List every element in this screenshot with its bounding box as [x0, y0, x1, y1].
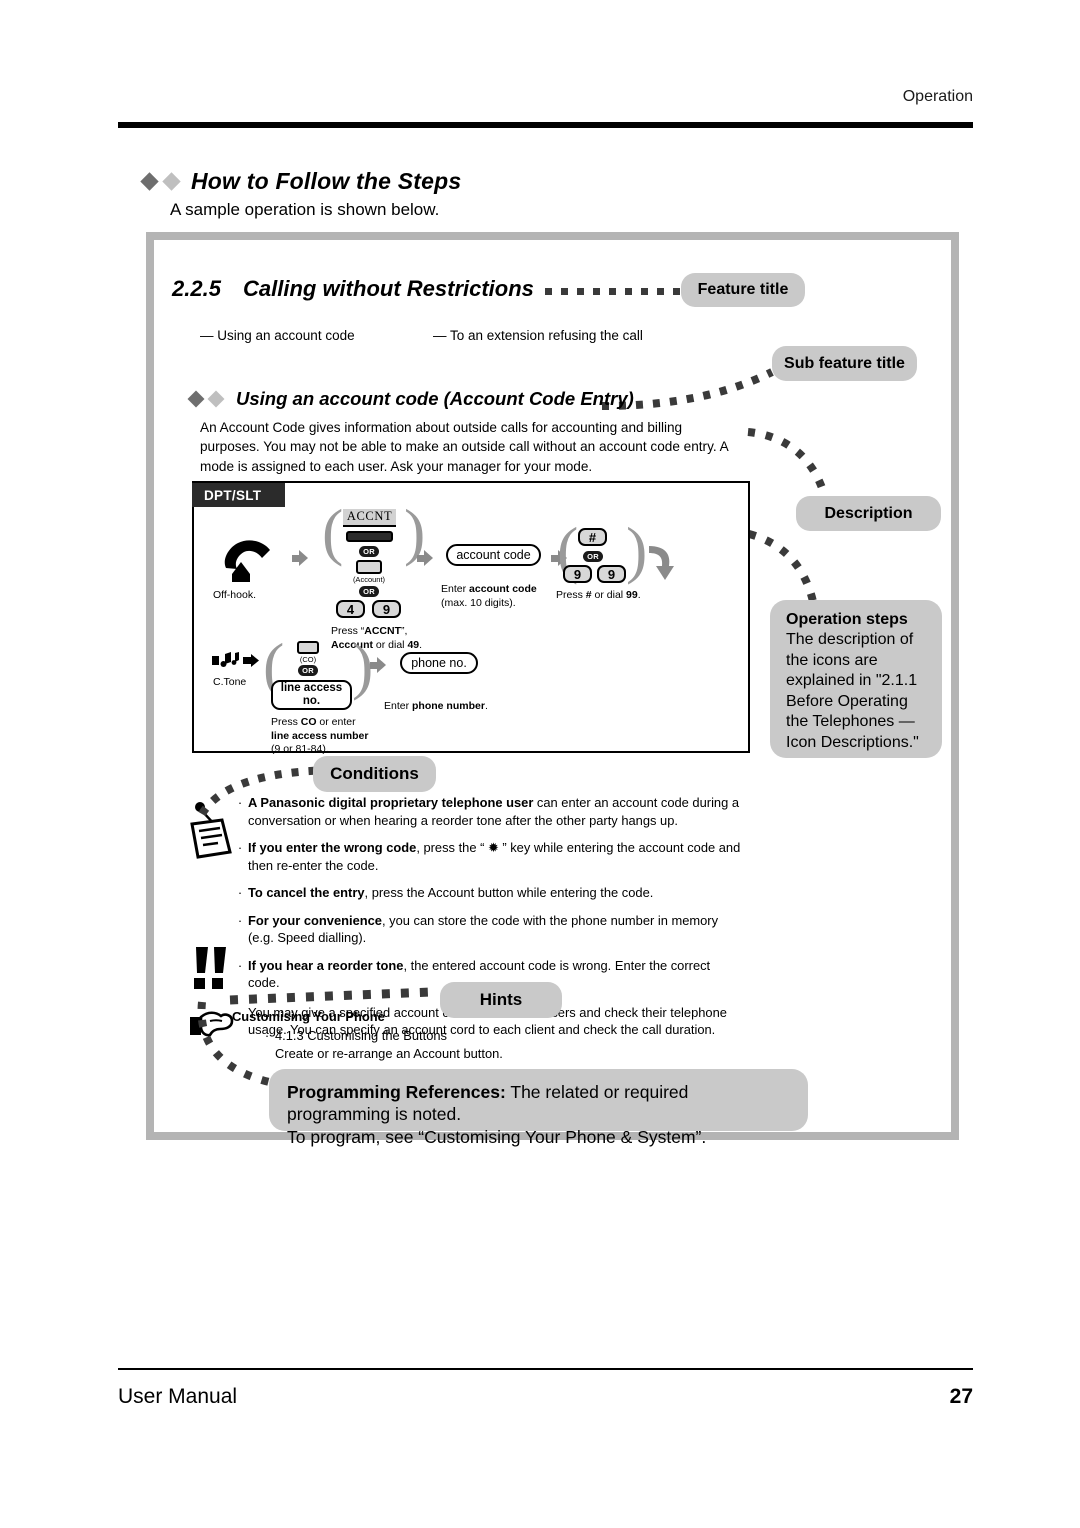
callout-description: Description — [796, 496, 941, 531]
confirmation-tone-icon — [212, 652, 259, 667]
line-access-no-box: line access no. — [271, 680, 352, 710]
flow-arrow-1 — [292, 550, 308, 566]
conditions-item-1-bold: A Panasonic digital proprietary telephon… — [248, 795, 534, 810]
feature-description: An Account Code gives information about … — [200, 420, 728, 474]
key-hash: # — [578, 528, 607, 546]
bullet: · — [237, 912, 243, 928]
key-9-c: 9 — [597, 565, 626, 583]
bullet: · — [237, 840, 243, 856]
bullet: · — [237, 795, 243, 810]
diamond-dark-icon-2 — [187, 390, 205, 408]
section-heading: How to Follow the Steps — [140, 168, 462, 195]
step3-caption: Enter account code (max. 10 digits). — [441, 583, 537, 609]
footer-page-number: 27 — [949, 1385, 973, 1408]
hints-line-1: 4.1.3 Customising the Buttons — [275, 1028, 447, 1043]
callout-operation-steps-title: Operation steps — [786, 611, 908, 628]
row2-tone-caption: C.Tone — [213, 676, 247, 688]
conditions-item-3-text: , press the Account button while enterin… — [364, 885, 654, 901]
sub-feature-heading: Using an account code (Account Code Entr… — [187, 388, 634, 410]
account-code-box: account code — [446, 544, 541, 566]
programming-references-line2: To program, see “Customising Your Phone … — [287, 1126, 707, 1147]
co-button — [297, 641, 319, 654]
sub-feature-title-text: Using an account code (Account Code Entr… — [236, 388, 634, 409]
or-badge-2: OR — [359, 586, 379, 597]
accnt-lcd-label: ACCNT — [343, 509, 396, 527]
key-4: 4 — [336, 600, 365, 618]
step2-caption-line2: Account or dial 49. — [331, 638, 423, 651]
callout-conditions: Conditions — [313, 756, 436, 792]
dash-item-2: — To an extension refusing the call — [433, 328, 643, 343]
step4-caption: Press # or dial 99. — [556, 589, 641, 601]
key-9-b: 9 — [563, 565, 592, 583]
return-arrow-icon — [649, 546, 674, 580]
or-badge-3: OR — [583, 551, 603, 562]
flow-arrow-4 — [370, 657, 386, 673]
conditions-item-5-bold: If you hear a reorder tone — [248, 957, 404, 973]
diamond-dark-icon — [140, 172, 159, 191]
account-button — [356, 560, 382, 574]
flow-arrow-2 — [417, 550, 433, 566]
header-rule — [118, 122, 973, 128]
row2-co-caption: Press CO or enter line access number (9 … — [271, 716, 369, 756]
bullet: · — [237, 885, 243, 901]
phone-type-tag: DPT/SLT — [192, 483, 285, 507]
callout-hints: Hints — [440, 982, 562, 1018]
callout-sub-feature-title: Sub feature title — [772, 346, 917, 381]
diamond-light-icon — [162, 172, 181, 191]
footer-rule — [118, 1368, 973, 1370]
hints-body: · 4.1.3 Customising the Buttons Create o… — [259, 1027, 503, 1063]
section-subtitle: A sample operation is shown below. — [170, 200, 440, 219]
step1-caption: Off-hook. — [213, 589, 256, 601]
leader-dots-feature — [545, 288, 696, 295]
group-paren-left-1: ( — [322, 496, 344, 567]
key-9-a: 9 — [372, 600, 401, 618]
running-head: Operation — [902, 88, 973, 105]
offhook-handset-icon — [224, 540, 270, 582]
conditions-item-2: · If you enter the wrong code, press the… — [232, 839, 744, 874]
programming-references-label: Programming References: — [287, 1082, 506, 1102]
conditions-item-4: · For your convenience, you can store th… — [232, 912, 744, 947]
co-button-label: (CO) — [299, 655, 317, 664]
accnt-softkey — [346, 531, 393, 542]
conditions-item-2-bold: If you enter the wrong code — [248, 840, 417, 856]
conditions-item-4-bold: For your convenience — [248, 912, 382, 928]
or-badge-1: OR — [359, 546, 379, 557]
line-access-no-label: line access no. — [280, 681, 343, 707]
dash-item-1: — Using an account code — [200, 328, 355, 343]
conditions-item-1: · A Panasonic digital proprietary teleph… — [232, 794, 744, 829]
diamond-light-icon-2 — [207, 390, 225, 408]
row2-phone-caption: Enter phone number. — [384, 700, 488, 712]
phone-no-box: phone no. — [400, 652, 478, 674]
callout-operation-steps-body: The description of the icons are explain… — [786, 631, 919, 751]
hints-line-2: Create or re-arrange an Account button. — [275, 1045, 503, 1061]
or-badge-4: OR — [298, 665, 318, 676]
page-title: How to Follow the Steps — [191, 168, 462, 194]
conditions-item-3-bold: To cancel the entry — [248, 885, 365, 901]
conditions-item-3: · To cancel the entry, press the Account… — [232, 884, 744, 902]
step2-caption: Press “ACCNT”, Account or dial 49. — [331, 625, 422, 652]
callout-feature-title: Feature title — [681, 273, 805, 307]
feature-number: 2.2.5 — [172, 276, 221, 301]
account-button-label: (Account) — [352, 575, 386, 584]
feature-title: Calling without Restrictions — [243, 276, 534, 301]
callout-programming-references: Programming References: The related or r… — [269, 1069, 808, 1147]
callout-operation-steps: Operation steps The description of the i… — [770, 600, 942, 758]
hints-row: · 4.1.3 Customising the Buttons Create o… — [259, 1027, 503, 1063]
